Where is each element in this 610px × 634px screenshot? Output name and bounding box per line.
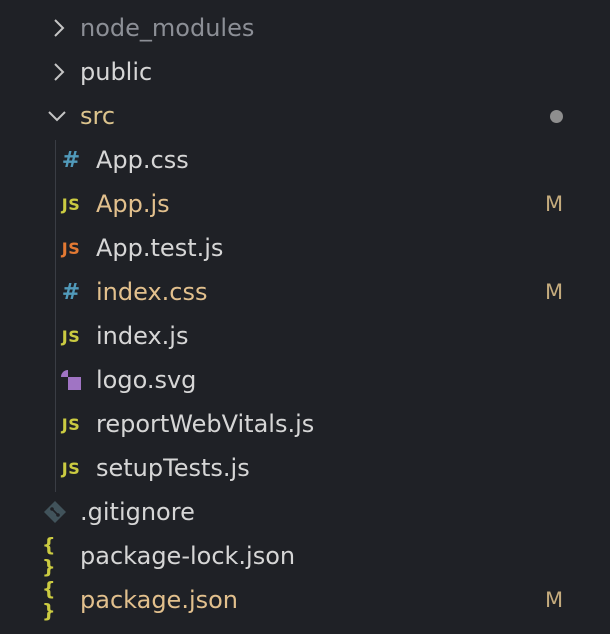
js-file-icon: JS: [61, 414, 81, 434]
tree-item-index-css[interactable]: # index.css M: [0, 270, 610, 314]
tree-item-label: public: [80, 58, 153, 86]
tree-item-label: App.js: [96, 190, 170, 218]
tree-item-label: node_modules: [80, 14, 255, 42]
js-file-icon: JS: [61, 326, 81, 346]
tree-item-app-css[interactable]: # App.css: [0, 138, 610, 182]
file-explorer: node_modules public src # App.css JS App…: [0, 0, 610, 634]
js-file-icon: JS: [61, 458, 81, 478]
tree-item-label: reportWebVitals.js: [96, 410, 315, 438]
json-file-icon: { }: [42, 578, 58, 622]
css-file-icon: #: [61, 147, 81, 173]
tree-item-label: src: [80, 102, 116, 130]
tree-item-package-json[interactable]: { } package.json M: [0, 578, 610, 622]
tree-item-report-web-vitals-js[interactable]: JS reportWebVitals.js: [0, 402, 610, 446]
tree-item-label: App.test.js: [96, 234, 224, 262]
js-test-file-icon: JS: [61, 238, 81, 258]
json-file-icon: { }: [42, 534, 58, 578]
tree-item-app-js[interactable]: JS App.js M: [0, 182, 610, 226]
tree-item-label: logo.svg: [96, 366, 197, 394]
tree-item-label: .gitignore: [80, 498, 195, 526]
svg-file-icon: [58, 358, 84, 402]
tree-item-package-lock-json[interactable]: { } package-lock.json: [0, 534, 610, 578]
tree-item-label: setupTests.js: [96, 454, 250, 482]
chevron-right-icon[interactable]: [48, 50, 70, 94]
tree-item-index-js[interactable]: JS index.js: [0, 314, 610, 358]
tree-item-label: package.json: [80, 586, 239, 614]
git-diamond-icon: [42, 490, 68, 534]
tree-item-gitignore[interactable]: .gitignore: [0, 490, 610, 534]
chevron-right-icon[interactable]: [48, 6, 70, 50]
tree-item-logo-svg[interactable]: logo.svg: [0, 358, 610, 402]
tree-item-node-modules[interactable]: node_modules: [0, 6, 610, 50]
git-modified-badge: M: [544, 192, 564, 216]
git-modified-badge: M: [544, 588, 564, 612]
modified-dot-indicator: [550, 110, 563, 123]
tree-item-src[interactable]: src: [0, 94, 610, 138]
tree-item-label: index.css: [96, 278, 208, 306]
tree-item-setup-tests-js[interactable]: JS setupTests.js: [0, 446, 610, 490]
chevron-down-icon[interactable]: [46, 94, 68, 138]
css-file-icon: #: [61, 279, 81, 305]
tree-item-public[interactable]: public: [0, 50, 610, 94]
tree-item-label: App.css: [96, 146, 189, 174]
git-modified-badge: M: [544, 280, 564, 304]
tree-item-app-test-js[interactable]: JS App.test.js: [0, 226, 610, 270]
tree-item-label: package-lock.json: [80, 542, 296, 570]
js-file-icon: JS: [61, 194, 81, 214]
tree-item-label: index.js: [96, 322, 189, 350]
